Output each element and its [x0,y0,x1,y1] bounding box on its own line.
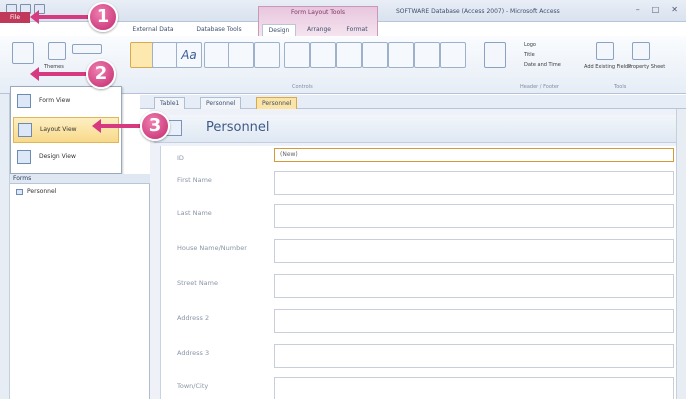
navigation-pane: Forms Personnel [10,174,150,399]
field-row: Address 3 [161,341,686,371]
tools-group-label: Tools [614,84,627,90]
themes-label: Themes [44,64,64,70]
field-row: First Name [161,168,686,198]
tab-table1[interactable]: Table1 [154,97,186,109]
design-view-label: Design View [39,153,76,160]
textbox-icon[interactable] [152,42,178,68]
hyperlink-icon[interactable] [254,42,280,68]
layout-view-item[interactable]: Layout View [13,117,119,143]
first-name-field[interactable] [274,171,674,195]
maximize-button[interactable]: □ [652,5,660,14]
close-button[interactable]: ✕ [671,5,678,14]
field-label: Address 2 [177,314,210,322]
file-tab[interactable]: File [0,12,30,23]
logo-button[interactable]: Logo [524,42,536,48]
form-view-item[interactable]: Form View [13,89,119,115]
house-name-field[interactable] [274,239,674,263]
add-existing-fields-button[interactable]: Add Existing Fields [584,64,631,70]
insert-page-break-icon[interactable] [362,42,388,68]
minimize-button[interactable]: – [636,5,640,14]
tab-arrange[interactable]: Arrange [302,24,336,36]
form-title: Personnel [206,120,270,135]
controls-group: Aa [130,42,470,78]
tab-format[interactable]: Format [340,24,374,36]
address-3-field[interactable] [274,344,674,368]
field-label: Town/City [177,382,209,390]
field-label: Address 3 [177,349,210,357]
field-row: Town/City [161,374,686,399]
field-label: Street Name [177,279,218,287]
address-2-field[interactable] [274,309,674,333]
form-body: ID (New) First Name Last Name House Name… [160,146,686,399]
field-row: Street Name [161,271,686,301]
title-button[interactable]: Title [524,52,535,58]
nav-pane-header[interactable]: Forms [10,174,150,184]
field-label: First Name [177,176,212,184]
tab-personnel-active[interactable]: Personnel [256,97,298,109]
tab-external-data[interactable]: External Data [128,24,178,36]
callout-arrow-3 [92,119,140,133]
more-controls-icon[interactable] [440,42,466,68]
design-view-item[interactable]: Design View [13,145,119,171]
form-view-label: Form View [39,97,71,104]
label-icon[interactable]: Aa [176,42,202,68]
checkbox-icon[interactable] [388,42,414,68]
last-name-field[interactable] [274,204,674,228]
navigation-control-icon[interactable] [310,42,336,68]
nav-item-personnel[interactable]: Personnel [16,188,56,195]
tab-control-icon[interactable] [228,42,254,68]
layout-view-icon [18,123,32,137]
window-controls: – □ ✕ [636,5,678,14]
date-time-button[interactable]: Date and Time [524,62,561,68]
field-row: House Name/Number [161,236,686,266]
property-sheet-button[interactable]: Property Sheet [628,64,665,70]
insert-image-icon[interactable] [484,42,506,68]
callout-arrow-1 [30,10,88,24]
callout-arrow-2 [30,67,86,81]
form-header: Personnel [154,115,686,143]
add-existing-fields-icon[interactable] [596,42,614,60]
field-label: House Name/Number [177,244,247,252]
field-label: ID [177,154,184,162]
callout-3: 3 [140,111,170,141]
header-footer-group-label: Header / Footer [520,84,559,90]
field-row: Last Name [161,201,686,231]
tab-personnel-1[interactable]: Personnel [200,97,242,109]
property-sheet-icon[interactable] [632,42,650,60]
controls-group-label: Controls [292,84,313,90]
layout-view-label: Layout View [40,126,77,133]
button-icon[interactable] [204,42,230,68]
window-title: SOFTWARE Database (Access 2007) - Micros… [396,8,560,15]
form-view-icon [17,94,31,108]
id-field[interactable]: (New) [274,148,674,162]
attachment-icon[interactable] [414,42,440,68]
vertical-scrollbar[interactable] [676,109,686,399]
tab-database-tools[interactable]: Database Tools [190,24,248,36]
colors-icon[interactable] [72,44,102,54]
option-group-icon[interactable] [336,42,362,68]
document-tabs: Table1 Personnel Personnel [140,95,686,109]
view-menu: Form View Layout View Design View [10,86,122,174]
street-name-field[interactable] [274,274,674,298]
design-view-icon [17,150,31,164]
field-row: Address 2 [161,306,686,336]
left-edge [0,94,10,399]
view-icon[interactable] [12,42,34,64]
nav-item-label: Personnel [27,188,57,195]
form-object-icon [16,188,23,195]
tab-design[interactable]: Design [262,24,296,36]
themes-icon[interactable] [48,42,66,60]
callout-1: 1 [88,2,118,32]
callout-2: 2 [86,59,116,89]
web-browser-icon[interactable] [284,42,310,68]
field-label: Last Name [177,209,212,217]
town-city-field[interactable] [274,377,674,399]
field-value: (New) [280,151,298,158]
